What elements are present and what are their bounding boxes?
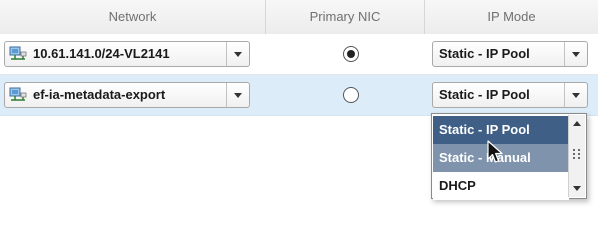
nic-table: Network Primary NIC IP Mode 10.61.141.0/… — [0, 0, 598, 200]
chevron-down-icon — [234, 52, 242, 57]
ip-mode-select-value: Static - IP Pool — [439, 46, 530, 61]
ip-mode-select-value: Static - IP Pool — [439, 87, 530, 102]
network-select-arrow[interactable] — [226, 42, 249, 66]
chevron-down-icon — [572, 52, 580, 57]
ip-mode-select-arrow[interactable] — [564, 42, 587, 66]
network-select-arrow[interactable] — [226, 83, 249, 107]
column-header-primary-nic[interactable]: Primary NIC — [266, 0, 424, 34]
ip-mode-select-arrow[interactable] — [564, 83, 587, 107]
network-select-value: ef-ia-metadata-export — [33, 87, 166, 102]
ip-mode-select[interactable]: Static - IP Pool — [432, 82, 588, 108]
mouse-pointer-icon — [487, 140, 505, 164]
scroll-down-arrow-icon[interactable] — [573, 186, 581, 191]
scroll-up-arrow-icon[interactable] — [573, 121, 581, 126]
chevron-down-icon — [572, 93, 580, 98]
network-icon — [9, 87, 27, 103]
primary-nic-radio[interactable] — [343, 87, 359, 103]
dropdown-scrollbar[interactable] — [568, 115, 585, 197]
dropdown-option-dhcp[interactable]: DHCP — [433, 172, 569, 200]
table-row[interactable]: ef-ia-metadata-export Static - IP Pool — [0, 75, 598, 116]
column-header-network[interactable]: Network — [0, 0, 265, 34]
table-header: Network Primary NIC IP Mode — [0, 0, 598, 35]
column-header-ip-mode[interactable]: IP Mode — [425, 0, 598, 34]
network-select[interactable]: ef-ia-metadata-export — [4, 82, 250, 108]
chevron-down-icon — [234, 93, 242, 98]
primary-nic-radio[interactable] — [343, 46, 359, 62]
network-icon — [9, 46, 27, 62]
network-select-value: 10.61.141.0/24-VL2141 — [33, 46, 170, 61]
scrollbar-grip-icon[interactable] — [573, 149, 581, 159]
network-select[interactable]: 10.61.141.0/24-VL2141 — [4, 41, 250, 67]
table-row[interactable]: 10.61.141.0/24-VL2141 Static - IP Pool — [0, 34, 598, 75]
ip-mode-dropdown-list[interactable]: Static - IP Pool Static - Manual DHCP — [431, 113, 587, 200]
ip-mode-select[interactable]: Static - IP Pool — [432, 41, 588, 67]
